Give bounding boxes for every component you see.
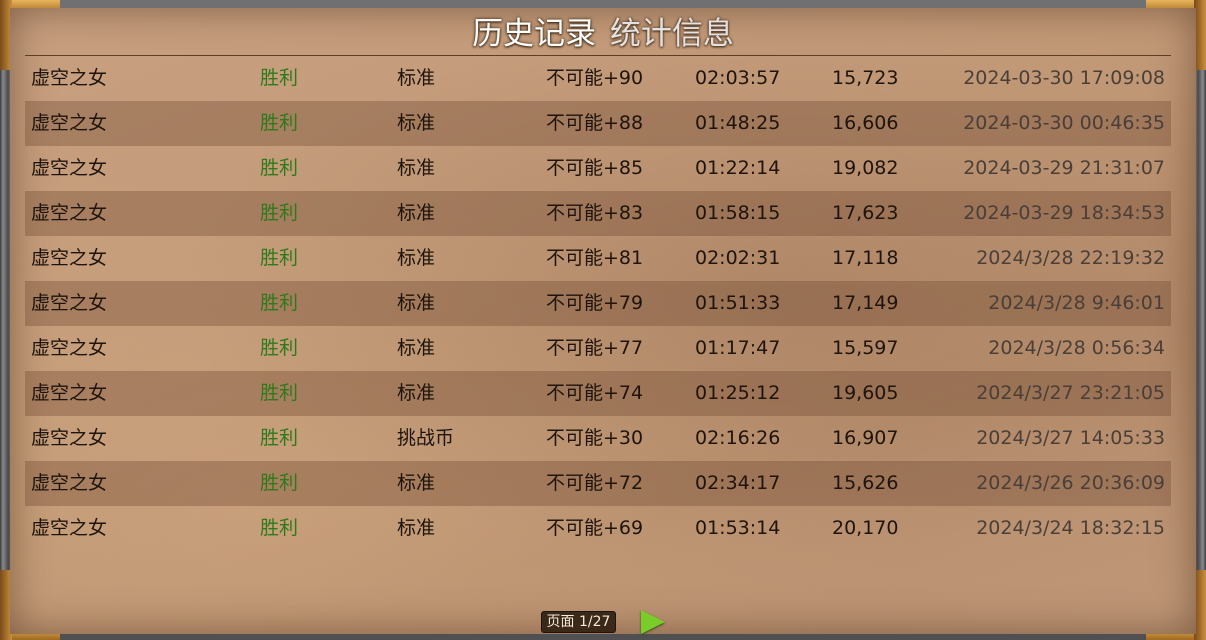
table-row[interactable]: 虚空之女 胜利 标准 不可能+85 01:22:14 19,082 2024-03-29 2… [25,146,1171,191]
duration-label: 01:25:12 [695,382,781,404]
table-row[interactable]: 虚空之女 胜利 标准 不可能+77 01:17:47 15,597 2024/3/28 0:… [25,326,1171,371]
difficulty-label: 不可能+69 [546,517,644,539]
date-label: 2024/3/28 0:56:34 [988,337,1165,359]
score-label: 17,118 [832,247,899,269]
date-label: 2024-03-30 17:09:08 [963,67,1165,89]
mode-label: 标准 [397,382,436,404]
table-row[interactable]: 虚空之女 胜利 标准 不可能+74 01:25:12 19,605 2024/3/27 23… [25,371,1171,416]
hero-name: 虚空之女 [31,337,108,359]
mode-label: 标准 [397,292,436,314]
mode-label: 标准 [397,337,436,359]
mode-label: 标准 [397,202,436,224]
difficulty-label: 不可能+90 [546,67,644,89]
score-label: 17,623 [832,202,899,224]
duration-label: 01:22:14 [695,157,781,179]
difficulty-label: 不可能+74 [546,382,644,404]
duration-label: 02:34:17 [695,472,781,494]
duration-label: 01:51:33 [695,292,781,314]
result-label: 胜利 [260,517,299,539]
date-label: 2024-03-29 21:31:07 [963,157,1165,179]
hero-name: 虚空之女 [31,427,108,449]
result-label: 胜利 [260,157,299,179]
result-label: 胜利 [260,112,299,134]
difficulty-label: 不可能+79 [546,292,644,314]
play-triangle-icon[interactable] [641,610,666,634]
date-label: 2024/3/26 20:36:09 [976,472,1165,494]
mode-label: 标准 [397,472,436,494]
pagination: 页面 1/27 [0,610,1206,634]
result-label: 胜利 [260,382,299,404]
score-label: 19,082 [832,157,899,179]
date-label: 2024-03-30 00:46:35 [963,112,1165,134]
table-row[interactable]: 虚空之女 胜利 标准 不可能+81 02:02:31 17,118 2024/3/28 22… [25,236,1171,281]
tab-bar: 历史记录 统计信息 [0,14,1206,54]
score-label: 15,597 [832,337,899,359]
table-row[interactable]: 虚空之女 胜利 标准 不可能+72 02:34:17 15,626 2024/3/26 20… [25,461,1171,506]
difficulty-label: 不可能+81 [546,247,644,269]
duration-label: 02:02:31 [695,247,781,269]
date-label: 2024/3/27 23:21:05 [976,382,1165,404]
duration-label: 01:48:25 [695,112,781,134]
table-row[interactable]: 虚空之女 胜利 挑战币 不可能+30 02:16:26 16,907 2024/3/27 1… [25,416,1171,461]
duration-label: 02:16:26 [695,427,781,449]
result-label: 胜利 [260,247,299,269]
score-label: 20,170 [832,517,899,539]
mode-label: 标准 [397,67,436,89]
hero-name: 虚空之女 [31,517,108,539]
mode-label: 挑战币 [397,427,455,449]
duration-label: 01:53:14 [695,517,781,539]
difficulty-label: 不可能+72 [546,472,644,494]
result-label: 胜利 [260,67,299,89]
hero-name: 虚空之女 [31,202,108,224]
hero-name: 虚空之女 [31,292,108,314]
tab-history[interactable]: 历史记录 [470,14,598,54]
duration-label: 02:03:57 [695,67,781,89]
hero-name: 虚空之女 [31,67,108,89]
score-label: 15,723 [832,67,899,89]
date-label: 2024-03-29 18:34:53 [963,202,1165,224]
mode-label: 标准 [397,157,436,179]
difficulty-label: 不可能+30 [546,427,644,449]
score-label: 19,605 [832,382,899,404]
hero-name: 虚空之女 [31,247,108,269]
hero-name: 虚空之女 [31,472,108,494]
difficulty-label: 不可能+77 [546,337,644,359]
history-table: 虚空之女 胜利 标准 不可能+90 02:03:57 15,723 2024-03-30 1… [25,56,1171,551]
hero-name: 虚空之女 [31,157,108,179]
duration-label: 01:58:15 [695,202,781,224]
result-label: 胜利 [260,337,299,359]
score-label: 16,907 [832,427,899,449]
date-label: 2024/3/27 14:05:33 [976,427,1165,449]
mode-label: 标准 [397,517,436,539]
date-label: 2024/3/28 22:19:32 [976,247,1165,269]
table-row[interactable]: 虚空之女 胜利 标准 不可能+88 01:48:25 16,606 2024-03-30 0… [25,101,1171,146]
mode-label: 标准 [397,112,436,134]
score-label: 16,606 [832,112,899,134]
result-label: 胜利 [260,292,299,314]
date-label: 2024/3/28 9:46:01 [988,292,1165,314]
result-label: 胜利 [260,472,299,494]
page-indicator: 页面 1/27 [540,611,617,633]
hero-name: 虚空之女 [31,382,108,404]
hero-name: 虚空之女 [31,112,108,134]
result-label: 胜利 [260,202,299,224]
table-row[interactable]: 虚空之女 胜利 标准 不可能+83 01:58:15 17,623 2024-03-29 1… [25,191,1171,236]
mode-label: 标准 [397,247,436,269]
difficulty-label: 不可能+83 [546,202,644,224]
table-row[interactable]: 虚空之女 胜利 标准 不可能+79 01:51:33 17,149 2024/3/28 9:… [25,281,1171,326]
score-label: 17,149 [832,292,899,314]
result-label: 胜利 [260,427,299,449]
date-label: 2024/3/24 18:32:15 [976,517,1165,539]
table-row[interactable]: 虚空之女 胜利 标准 不可能+69 01:53:14 20,170 2024/3/24 18… [25,506,1171,551]
duration-label: 01:17:47 [695,337,781,359]
difficulty-label: 不可能+88 [546,112,644,134]
tab-statistics[interactable]: 统计信息 [608,14,736,54]
score-label: 15,626 [832,472,899,494]
difficulty-label: 不可能+85 [546,157,644,179]
table-row[interactable]: 虚空之女 胜利 标准 不可能+90 02:03:57 15,723 2024-03-30 1… [25,56,1171,101]
